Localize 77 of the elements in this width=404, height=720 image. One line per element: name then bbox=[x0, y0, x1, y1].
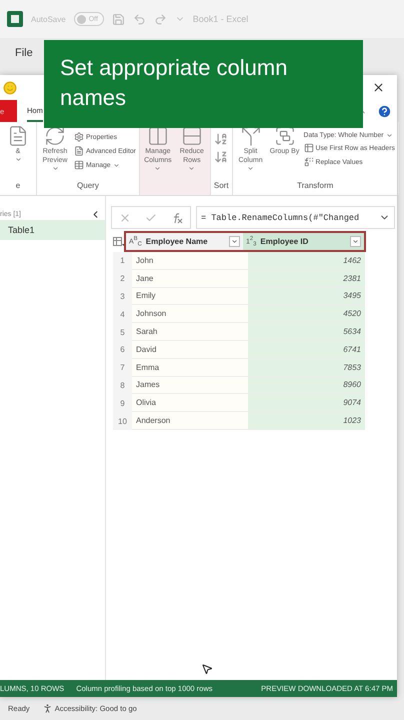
table-cell: 1023 bbox=[248, 412, 365, 430]
row-number: 2 bbox=[113, 270, 132, 288]
caret-icon bbox=[386, 132, 393, 139]
menu-item[interactable]: File bbox=[15, 47, 33, 59]
split-icon bbox=[240, 125, 262, 147]
row-number: 8 bbox=[113, 376, 132, 394]
cancel-icon bbox=[119, 212, 131, 224]
sort-descending-icon bbox=[214, 150, 228, 164]
row-number: 1 bbox=[113, 252, 132, 270]
table-cell: 1462 bbox=[248, 252, 365, 270]
excel-logo-icon bbox=[7, 11, 23, 27]
caret-icon bbox=[52, 165, 58, 172]
table-icon bbox=[304, 143, 314, 153]
caret-icon bbox=[352, 238, 359, 245]
caret-icon bbox=[247, 165, 254, 172]
window-title: Book1 - Excel bbox=[192, 14, 248, 24]
formula-field[interactable]: = Table.RenameColumns(#"Changed bbox=[196, 206, 395, 229]
group-label: Transform bbox=[296, 181, 334, 192]
rows-icon bbox=[180, 125, 203, 147]
table-menu-icon bbox=[113, 236, 124, 246]
group-label: Sort bbox=[214, 181, 229, 192]
group-label: e bbox=[14, 181, 22, 192]
table-cell: 8960 bbox=[248, 376, 365, 394]
row-number: 10 bbox=[113, 412, 132, 430]
table-cell: Jane bbox=[132, 270, 248, 288]
table-cell: 6741 bbox=[248, 340, 365, 359]
smiley-icon bbox=[3, 80, 17, 94]
row-number: 3 bbox=[113, 288, 132, 306]
autosave-label: AutoSave bbox=[31, 14, 66, 24]
table-cell: 5634 bbox=[248, 323, 365, 341]
row-number: 6 bbox=[113, 340, 132, 359]
columns-icon bbox=[146, 125, 169, 147]
row-number: 5 bbox=[113, 323, 132, 341]
table-icon bbox=[74, 160, 84, 170]
caret-icon bbox=[188, 165, 196, 172]
table-cell: Johnson bbox=[132, 305, 248, 324]
replace-icon bbox=[304, 157, 314, 167]
table-cell: 3495 bbox=[248, 288, 365, 306]
table-cell: 4520 bbox=[248, 305, 365, 324]
caret-icon bbox=[154, 165, 162, 172]
table-cell: John bbox=[132, 252, 248, 270]
table-cell: 9074 bbox=[248, 394, 365, 412]
properties-icon bbox=[74, 132, 84, 142]
row-number: 9 bbox=[113, 394, 132, 412]
group-label: Query bbox=[76, 181, 100, 192]
table-cell: Sarah bbox=[132, 323, 248, 341]
refresh-icon bbox=[44, 125, 66, 147]
redo-icon bbox=[154, 12, 167, 26]
group-icon bbox=[274, 125, 296, 147]
filter-dropdown[interactable] bbox=[350, 236, 361, 247]
query-item[interactable]: Table1 bbox=[0, 220, 105, 240]
function-icon bbox=[171, 212, 183, 224]
close-icon bbox=[372, 81, 385, 94]
sort-ascending-icon bbox=[214, 132, 228, 146]
save-icon bbox=[112, 12, 125, 26]
undo-icon bbox=[132, 12, 146, 26]
table-cell: David bbox=[132, 340, 248, 359]
row-number: 7 bbox=[113, 358, 132, 377]
document-icon bbox=[7, 125, 29, 147]
help-icon bbox=[377, 104, 392, 118]
caret-icon bbox=[231, 238, 238, 245]
table-cell: Olivia bbox=[132, 394, 248, 412]
filter-dropdown[interactable] bbox=[229, 236, 240, 247]
table-cell: Emily bbox=[132, 288, 248, 306]
table-cell: 7853 bbox=[248, 358, 365, 377]
check-icon bbox=[145, 212, 157, 224]
caret-icon bbox=[112, 162, 120, 168]
table-cell: Anderson bbox=[132, 412, 248, 430]
caret-icon bbox=[14, 156, 22, 163]
table-cell: Emma bbox=[132, 358, 248, 377]
table-cell: James bbox=[132, 376, 248, 394]
table-cell: 2381 bbox=[248, 270, 365, 288]
mouse-pointer-icon bbox=[201, 663, 213, 675]
row-number: 4 bbox=[113, 305, 132, 324]
accessibility-icon bbox=[42, 703, 53, 714]
caption-banner: Set appropriate column names bbox=[44, 40, 363, 128]
document-icon bbox=[74, 146, 84, 156]
